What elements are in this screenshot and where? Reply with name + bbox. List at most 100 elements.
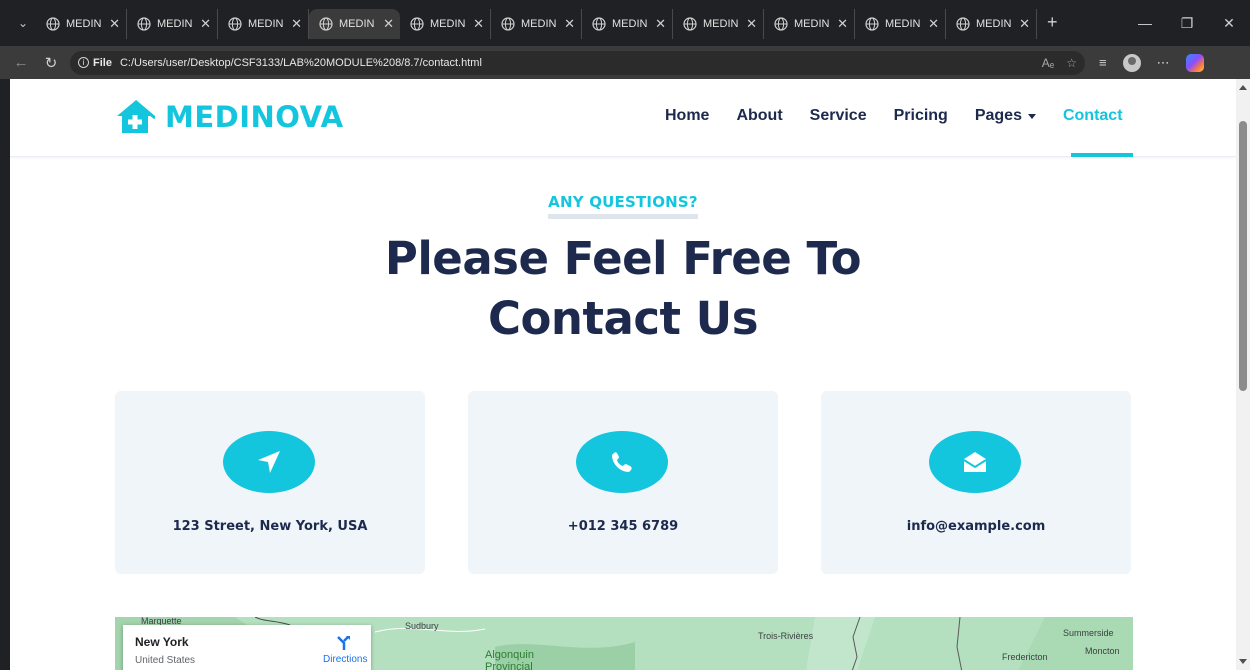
close-tab-icon[interactable]: ✕ xyxy=(383,16,394,32)
browser-tab[interactable]: MEDIN ✕ xyxy=(764,9,855,39)
restore-button[interactable]: ❐ xyxy=(1166,0,1208,46)
scroll-up-arrow[interactable] xyxy=(1239,85,1247,90)
close-window-button[interactable]: ✕ xyxy=(1208,0,1250,46)
browser-tab[interactable]: MEDIN ✕ xyxy=(127,9,218,39)
map-label-provincial: Provincial xyxy=(485,661,533,670)
browser-tab[interactable]: MEDIN ✕ xyxy=(400,9,491,39)
browser-tab-strip: ⌄ MEDIN ✕ MEDIN ✕ MEDIN ✕ MEDIN ✕ MEDIN ✕ MEDIN ✕ ME… xyxy=(0,0,1250,46)
browser-tab[interactable]: MEDIN ✕ xyxy=(309,9,400,39)
browser-tab-title: MEDIN xyxy=(430,18,466,30)
close-tab-icon[interactable]: ✕ xyxy=(291,16,302,32)
map-directions-button[interactable]: Directions xyxy=(323,635,367,665)
address-bar[interactable]: i File C:/Users/user/Desktop/CSF3133/LAB… xyxy=(70,50,1085,75)
main-nav: Home About Service Pricing Pages Contact xyxy=(665,107,1150,125)
address-card: 123 Street, New York, USA xyxy=(115,391,425,574)
browser-tab-title: MEDIN xyxy=(248,18,284,30)
map-place-name: New York xyxy=(135,635,189,649)
browser-tab-title: MEDIN xyxy=(794,18,830,30)
globe-icon xyxy=(228,17,242,31)
globe-icon xyxy=(683,17,697,31)
close-tab-icon[interactable]: ✕ xyxy=(200,16,211,32)
location-arrow-icon xyxy=(223,431,315,493)
google-map[interactable]: Marquette Sudbury Algonquin Provincial T… xyxy=(115,617,1133,670)
favorites-icon[interactable]: ≡ xyxy=(1099,55,1107,70)
address-text: 123 Street, New York, USA xyxy=(172,519,368,534)
browser-tab-title: MEDIN xyxy=(612,18,648,30)
brand-logo[interactable]: MEDINOVA xyxy=(115,99,344,135)
browser-tab[interactable]: MEDIN ✕ xyxy=(491,9,582,39)
envelope-open-icon xyxy=(929,431,1021,493)
page-title: Please Feel Free To Contact Us xyxy=(10,229,1236,349)
nav-pages[interactable]: Pages xyxy=(975,107,1036,125)
close-tab-icon[interactable]: ✕ xyxy=(837,16,848,32)
tab-actions-menu[interactable]: ⌄ xyxy=(10,10,36,36)
globe-icon xyxy=(956,17,970,31)
back-button[interactable]: ← xyxy=(8,50,34,76)
map-label-algonquin: Algonquin xyxy=(485,649,534,661)
section-eyebrow: ANY QUESTIONS? xyxy=(10,193,1236,219)
browser-tab-title: MEDIN xyxy=(885,18,921,30)
map-label-summerside: Summerside xyxy=(1063,628,1114,638)
map-place-card: New York United States Directions xyxy=(123,625,371,670)
address-url: C:/Users/user/Desktop/CSF3133/LAB%20MODU… xyxy=(119,56,482,69)
map-place-country: United States xyxy=(135,655,196,666)
globe-icon xyxy=(137,17,151,31)
nav-pricing[interactable]: Pricing xyxy=(894,107,948,125)
scroll-thumb[interactable] xyxy=(1239,121,1247,391)
nav-home[interactable]: Home xyxy=(665,107,709,125)
browser-tab-title: MEDIN xyxy=(976,18,1012,30)
profile-avatar[interactable] xyxy=(1122,53,1141,72)
scroll-down-arrow[interactable] xyxy=(1239,659,1247,664)
close-tab-icon[interactable]: ✕ xyxy=(746,16,757,32)
close-tab-icon[interactable]: ✕ xyxy=(655,16,666,32)
minimize-button[interactable]: — xyxy=(1124,0,1166,46)
close-tab-icon[interactable]: ✕ xyxy=(564,16,575,32)
close-tab-icon[interactable]: ✕ xyxy=(473,16,484,32)
page-title-line1: Please Feel Free To xyxy=(384,232,862,285)
globe-icon xyxy=(592,17,606,31)
browser-tab[interactable]: MEDIN ✕ xyxy=(36,9,127,39)
site-navbar: MEDINOVA Home About Service Pricing Page… xyxy=(10,79,1236,157)
reload-button[interactable]: ↻ xyxy=(38,50,64,76)
active-nav-indicator xyxy=(1071,153,1133,157)
page-viewport: MEDINOVA Home About Service Pricing Page… xyxy=(10,79,1236,670)
globe-icon xyxy=(865,17,879,31)
brand-name: MEDINOVA xyxy=(165,100,344,134)
browser-tab[interactable]: MEDIN ✕ xyxy=(673,9,764,39)
favorite-star-icon[interactable]: ☆ xyxy=(1066,56,1077,70)
close-tab-icon[interactable]: ✕ xyxy=(109,16,120,32)
nav-pages-label: Pages xyxy=(974,107,1022,124)
browser-tab[interactable]: MEDIN ✕ xyxy=(218,9,309,39)
globe-icon xyxy=(410,17,424,31)
site-info-chip[interactable]: i File xyxy=(78,57,112,69)
new-tab-button[interactable]: + xyxy=(1047,12,1058,33)
map-label-fredericton: Fredericton xyxy=(1002,652,1048,662)
page-title-line2: Contact Us xyxy=(487,292,759,345)
nav-contact[interactable]: Contact xyxy=(1063,107,1123,125)
browser-tab[interactable]: MEDIN ✕ xyxy=(582,9,673,39)
browser-tab-title: MEDIN xyxy=(703,18,739,30)
close-tab-icon[interactable]: ✕ xyxy=(1019,16,1030,32)
page-scrollbar[interactable] xyxy=(1236,79,1250,670)
window-controls: — ❐ ✕ xyxy=(1124,0,1250,46)
close-tab-icon[interactable]: ✕ xyxy=(928,16,939,32)
browser-tab-title: MEDIN xyxy=(521,18,557,30)
nav-service[interactable]: Service xyxy=(810,107,867,125)
read-aloud-icon[interactable]: Aₑ xyxy=(1042,56,1054,70)
browser-tab[interactable]: MEDIN ✕ xyxy=(855,9,946,39)
globe-icon xyxy=(46,17,60,31)
copilot-icon[interactable] xyxy=(1185,53,1204,72)
eyebrow-text: ANY QUESTIONS? xyxy=(548,193,698,219)
map-label-moncton: Moncton xyxy=(1085,646,1120,656)
map-label-sudbury: Sudbury xyxy=(405,621,439,631)
email-text: info@example.com xyxy=(906,519,1046,534)
nav-about[interactable]: About xyxy=(736,107,782,125)
globe-icon xyxy=(319,17,333,31)
browser-tab-title: MEDIN xyxy=(157,18,193,30)
phone-icon xyxy=(576,431,668,493)
browser-tab-title: MEDIN xyxy=(339,18,375,30)
more-menu-icon[interactable]: ⋯ xyxy=(1157,55,1170,71)
browser-tab[interactable]: MEDIN ✕ xyxy=(946,9,1037,39)
browser-toolbar: ← ↻ i File C:/Users/user/Desktop/CSF3133… xyxy=(0,46,1250,79)
email-card: info@example.com xyxy=(821,391,1131,574)
